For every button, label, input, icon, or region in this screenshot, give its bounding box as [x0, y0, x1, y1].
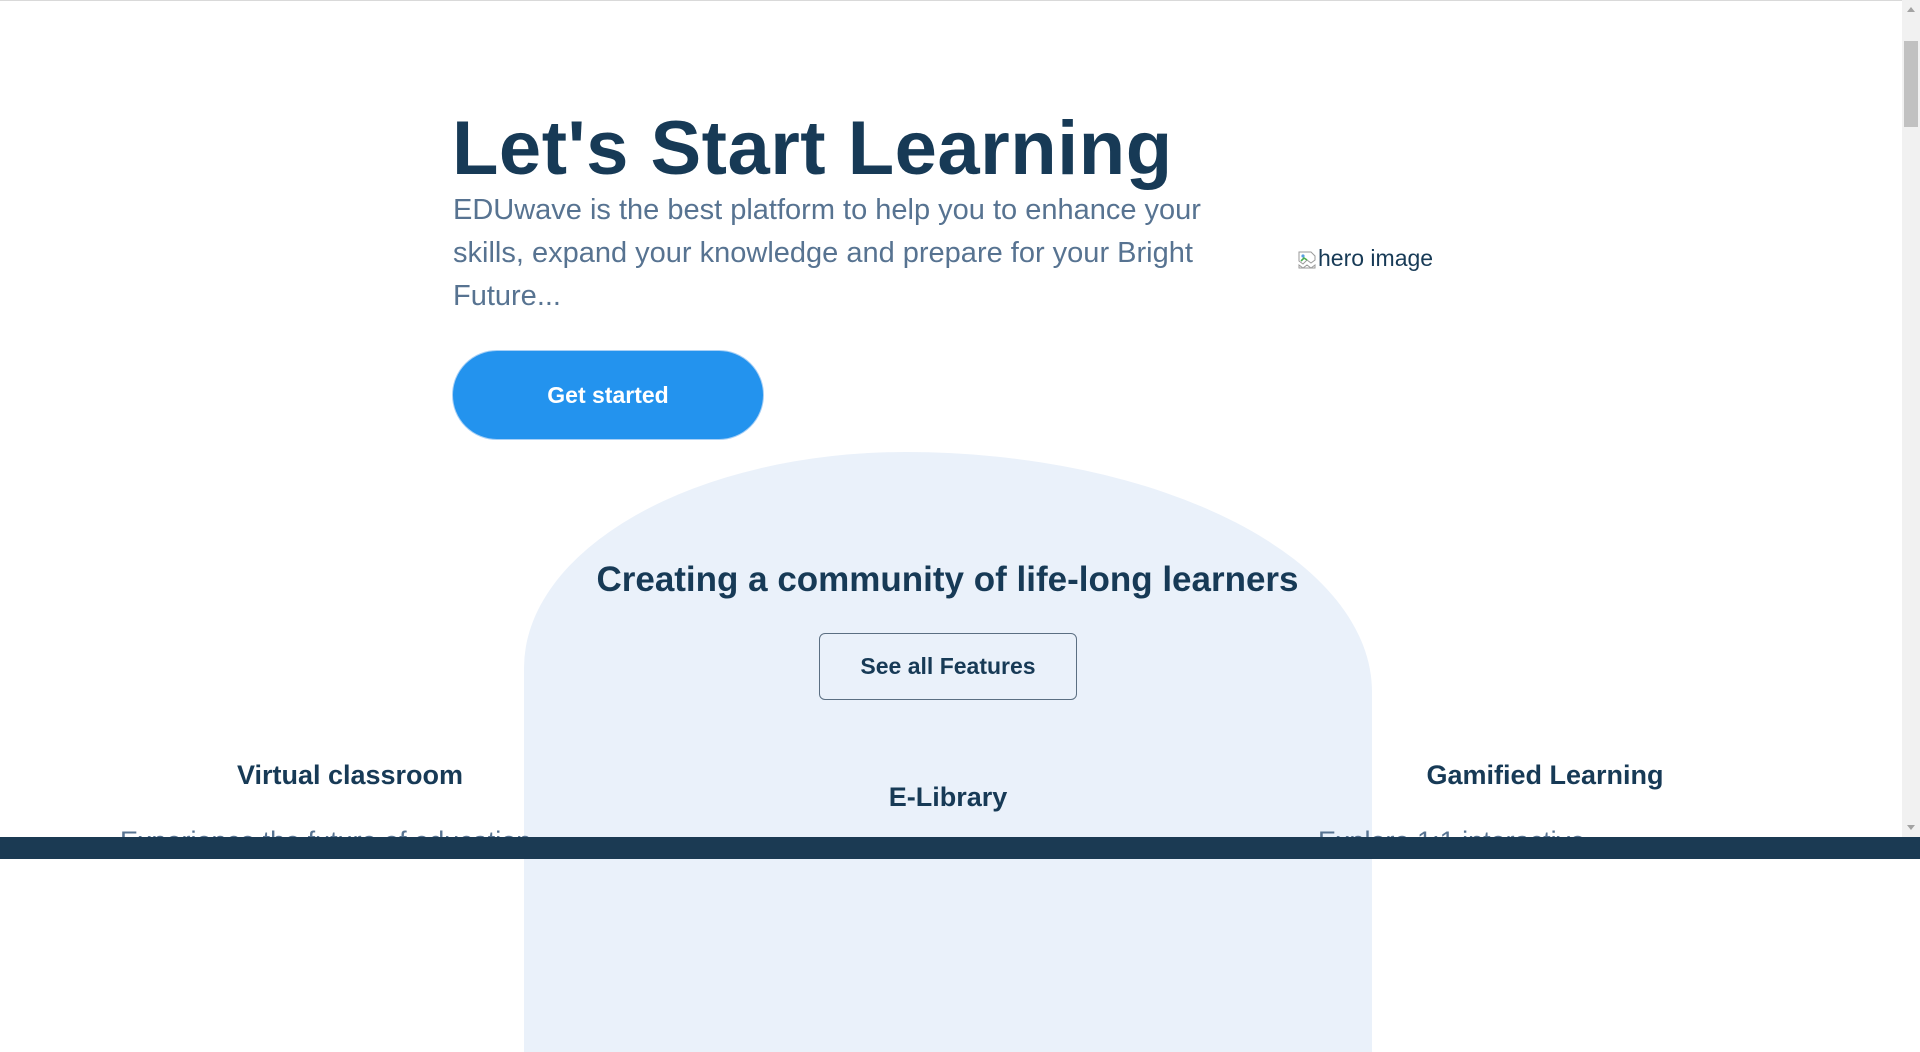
hero-title: Let's Start Learning	[452, 106, 1173, 191]
community-title: Creating a community of life-long learne…	[596, 560, 1299, 599]
hero-image: hero image	[1297, 245, 1433, 272]
get-started-button[interactable]: Get started	[452, 350, 764, 440]
scrollbar-thumb[interactable]	[1904, 41, 1918, 127]
hero-description: EDUwave is the best platform to help you…	[453, 194, 1201, 312]
feature-title-virtual-classroom: Virtual classroom	[236, 760, 464, 790]
feature-title-gamified-learning: Gamified Learning	[1426, 760, 1664, 790]
decorative-blob	[524, 452, 1372, 1052]
see-all-features-button[interactable]: See all Features	[819, 633, 1077, 700]
scroll-down-arrow-icon[interactable]	[1902, 819, 1920, 837]
feature-title-e-library: E-Library	[888, 782, 1008, 812]
hero-image-alt: hero image	[1318, 245, 1434, 271]
broken-image-icon	[1297, 249, 1317, 269]
vertical-scrollbar[interactable]	[1902, 0, 1920, 837]
scroll-up-arrow-icon[interactable]	[1902, 0, 1920, 18]
footer-bar	[0, 837, 1920, 859]
top-border	[0, 0, 1902, 1]
